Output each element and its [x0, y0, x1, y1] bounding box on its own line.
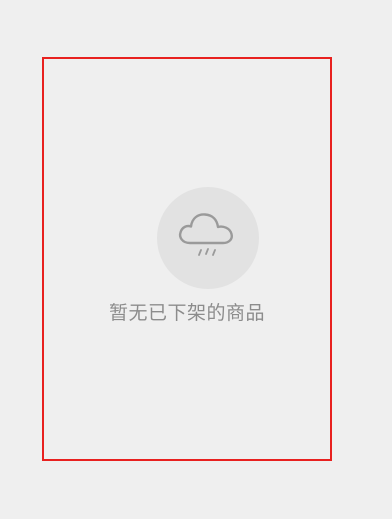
- page: 暂无已下架的商品: [0, 0, 392, 519]
- empty-state: 暂无已下架的商品: [44, 59, 330, 459]
- empty-state-message: 暂无已下架的商品: [108, 302, 265, 324]
- empty-icon-circle: [157, 187, 259, 289]
- cloud-rain-icon: [178, 213, 233, 256]
